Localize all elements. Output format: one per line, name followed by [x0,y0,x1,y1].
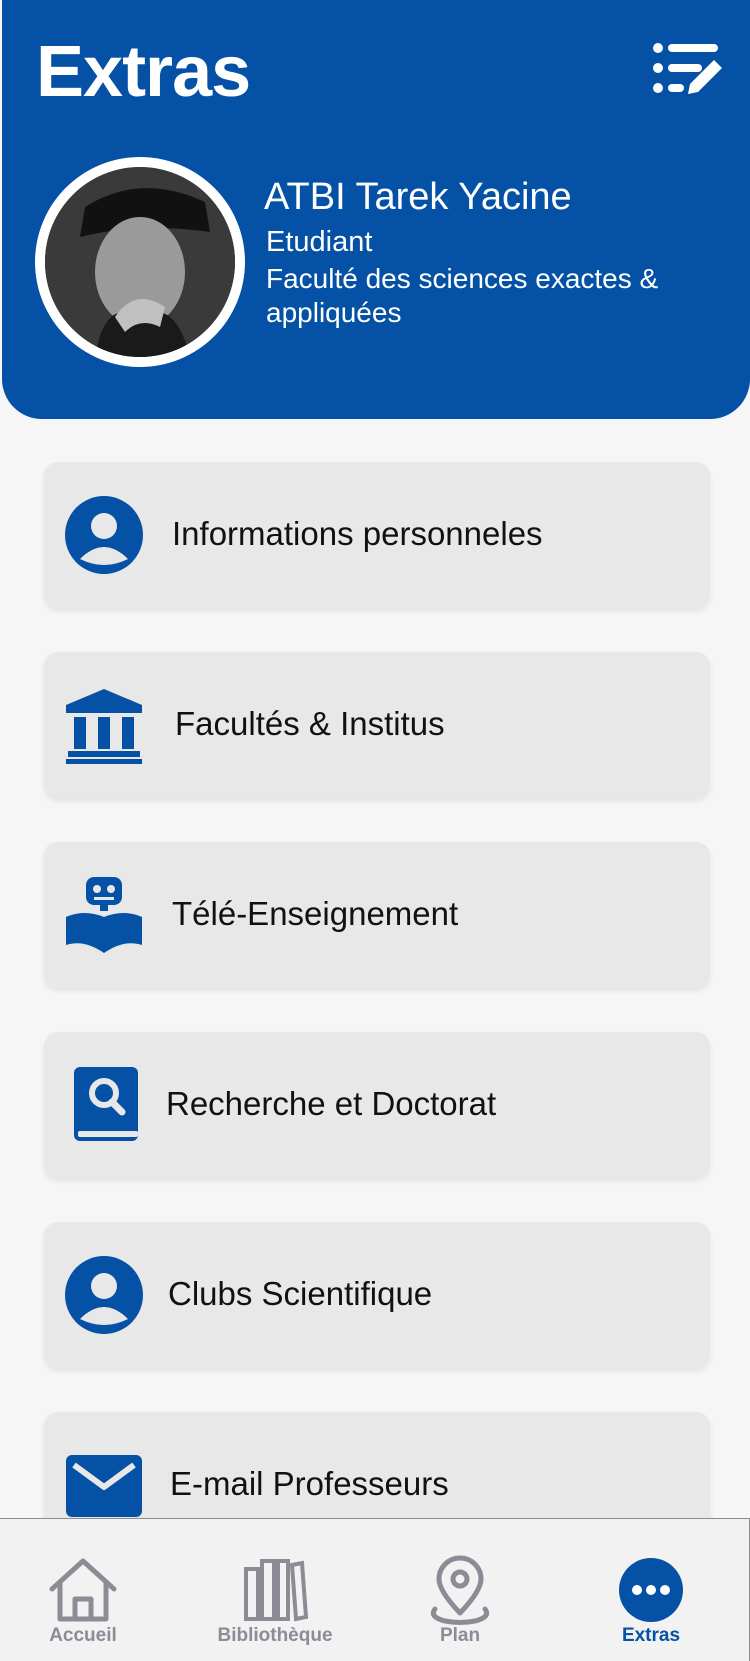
nav-label: Accueil [49,1625,117,1646]
extras-screen: Extras ATBI Tarek Yacine Etudiant Facult… [0,0,750,1661]
robot-reading-icon [66,877,142,953]
menu-item-label: E-mail Professeurs [170,1465,449,1502]
edit-list-button[interactable] [652,40,724,102]
menu-item-label: Télé-Enseignement [172,895,459,932]
home-icon [49,1558,117,1622]
menu-item-personal-info[interactable]: Informations personneles [44,462,710,608]
nav-item-extras[interactable]: Extras [566,1519,736,1661]
menu-item-clubs[interactable]: Clubs Scientifique [44,1222,710,1368]
nav-item-home[interactable]: Accueil [0,1519,168,1661]
mail-icon [66,1455,142,1517]
library-icon [244,1559,309,1622]
user-icon [65,1256,143,1334]
more-icon [619,1558,683,1622]
nav-label: Plan [439,1625,481,1646]
menu-item-label: Facultés & Institus [175,705,445,742]
menu-item-faculties[interactable]: Facultés & Institus [44,652,710,798]
user-icon [65,496,143,574]
menu-item-label: Recherche et Doctorat [166,1085,497,1122]
menu-item-label: Clubs Scientifique [168,1275,433,1312]
profile-header: Extras ATBI Tarek Yacine Etudiant Facult… [2,0,750,419]
avatar[interactable] [35,157,245,367]
list-edit-icon [653,43,722,94]
profile-role: Etudiant [266,226,373,258]
page-title: Extras [36,32,251,112]
menu-item-research[interactable]: Recherche et Doctorat [44,1032,710,1178]
menu-item-distance-learning[interactable]: Télé-Enseignement [44,842,710,988]
profile-faculty: Faculté des sciences exactes & appliquée… [266,263,659,328]
nav-label: Bibliothèque [217,1625,333,1646]
institution-icon [66,689,142,764]
profile-name: ATBI Tarek Yacine [264,176,572,218]
nav-item-map[interactable]: Plan [375,1519,545,1661]
search-book-icon [74,1067,138,1141]
nav-item-library[interactable]: Bibliothèque [190,1519,360,1661]
nav-label: Extras [621,1625,681,1646]
map-pin-icon [430,1555,490,1625]
avatar-photo [45,167,235,357]
menu-item-label: Informations personneles [172,515,543,552]
bottom-nav: Accueil Bibliothèque Plan Extras [0,1518,750,1661]
